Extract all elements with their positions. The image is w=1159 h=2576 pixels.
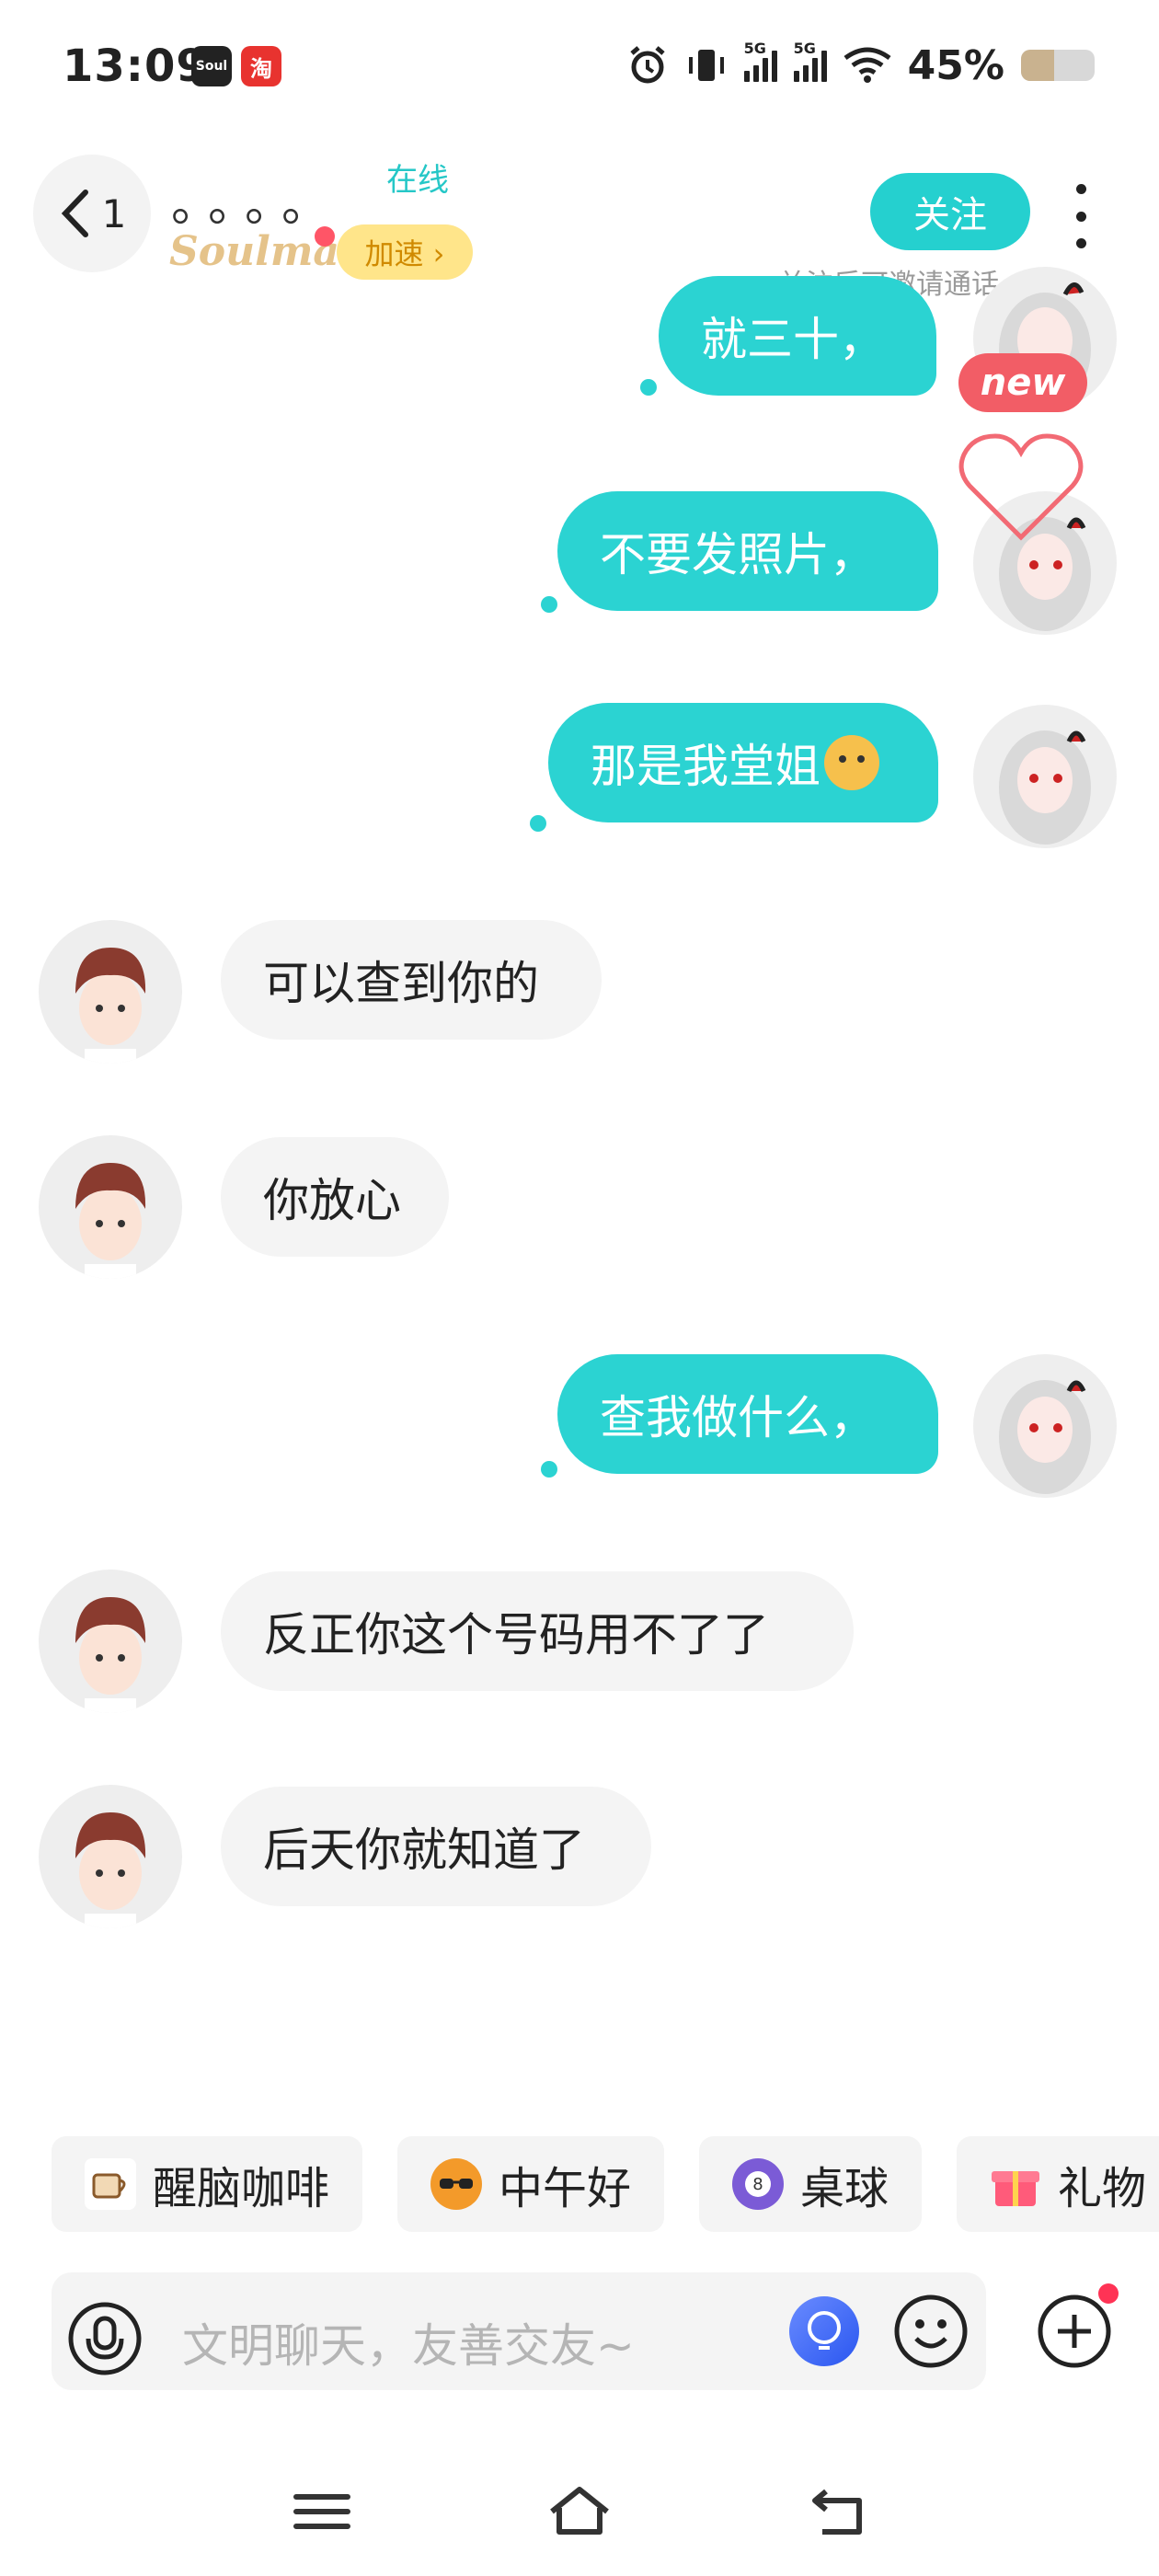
message-bubble-sent[interactable]: 查我做什么，	[557, 1354, 938, 1474]
battery-percent: 45%	[907, 41, 1004, 89]
message-text: 那是我堂姐	[591, 740, 820, 793]
read-indicator	[640, 379, 657, 396]
network-label: 5G	[743, 40, 766, 57]
alarm-icon	[630, 46, 665, 84]
contact-nickname[interactable]: 。。。。	[171, 166, 342, 235]
back-nav-icon[interactable]	[806, 2484, 872, 2539]
message-bubble-sent[interactable]: 就三十，	[659, 276, 936, 396]
chip-label: 礼物	[1058, 2163, 1147, 2214]
chip-label: 中午好	[499, 2163, 632, 2214]
soulmate-dot	[315, 226, 335, 247]
menu-icon[interactable]	[289, 2484, 355, 2539]
status-icons: 5G 5G 45%	[626, 40, 1095, 89]
back-button[interactable]: 1	[33, 155, 151, 272]
home-icon[interactable]	[546, 2484, 613, 2539]
message-bubble-sent[interactable]: 那是我堂姐	[548, 703, 938, 822]
contact-avatar[interactable]	[39, 920, 182, 1064]
status-time: 13:09	[63, 40, 208, 92]
ai-assistant-icon[interactable]	[789, 2296, 859, 2366]
heart-icon	[958, 433, 1084, 541]
signal-5g-icon: 5G	[793, 40, 827, 82]
follow-button[interactable]: 关注	[870, 173, 1030, 250]
chip-gift[interactable]: 礼物	[957, 2136, 1159, 2232]
online-status: 在线	[386, 162, 449, 199]
taobao-app-badge-icon: 淘	[241, 46, 281, 86]
message-bubble-received[interactable]: 可以查到你的	[221, 920, 602, 1040]
sun-sunglasses-icon	[430, 2158, 483, 2210]
read-indicator	[541, 596, 557, 613]
chevron-left-icon	[61, 190, 88, 237]
chip-noon[interactable]: 中午好	[397, 2136, 665, 2232]
vibrate-icon	[688, 50, 724, 81]
message-input[interactable]: 文明聊天，友善交友~	[182, 2309, 635, 2375]
emoji-smile-icon[interactable]	[892, 2293, 970, 2370]
quick-reply-chips: 醒脑咖啡 中午好 8 桌球 礼物	[52, 2136, 1159, 2232]
message-bubble-sent[interactable]: 不要发照片，	[557, 491, 938, 611]
my-avatar[interactable]	[973, 705, 1117, 848]
read-indicator	[530, 815, 546, 832]
battery-icon	[1021, 50, 1095, 81]
read-indicator	[541, 1461, 557, 1478]
status-bar: 13:09 Soul 淘 5G 5G 45%	[0, 0, 1159, 138]
network-label: 5G	[793, 40, 816, 57]
my-avatar[interactable]	[973, 1354, 1117, 1498]
gift-icon	[990, 2158, 1041, 2210]
coffee-icon	[85, 2158, 136, 2210]
message-bubble-received[interactable]: 后天你就知道了	[221, 1787, 651, 1906]
chip-billiards[interactable]: 8 桌球	[699, 2136, 923, 2232]
signal-5g-icon: 5G	[743, 40, 777, 82]
more-options-icon[interactable]	[1067, 184, 1095, 248]
chip-label: 桌球	[800, 2163, 889, 2214]
message-bubble-received[interactable]: 你放心	[221, 1137, 449, 1257]
chip-coffee[interactable]: 醒脑咖啡	[52, 2136, 363, 2232]
contact-avatar[interactable]	[39, 1785, 182, 1928]
billiard-ball-icon: 8	[732, 2158, 785, 2210]
notification-dot	[1098, 2283, 1119, 2304]
contact-avatar[interactable]	[39, 1135, 182, 1279]
new-badge: new	[958, 353, 1087, 412]
wifi-icon	[843, 47, 891, 83]
soul-app-badge-icon: Soul	[191, 46, 232, 86]
message-bubble-received[interactable]: 反正你这个号码用不了了	[221, 1571, 854, 1691]
voice-mic-icon[interactable]	[66, 2300, 143, 2377]
speed-up-button[interactable]: 加速 ›	[337, 224, 473, 280]
plus-icon[interactable]	[1036, 2293, 1113, 2370]
unread-count: 1	[101, 190, 127, 236]
doge-emoji-icon	[824, 735, 879, 790]
chip-label: 醒脑咖啡	[153, 2163, 330, 2214]
contact-avatar[interactable]	[39, 1570, 182, 1713]
